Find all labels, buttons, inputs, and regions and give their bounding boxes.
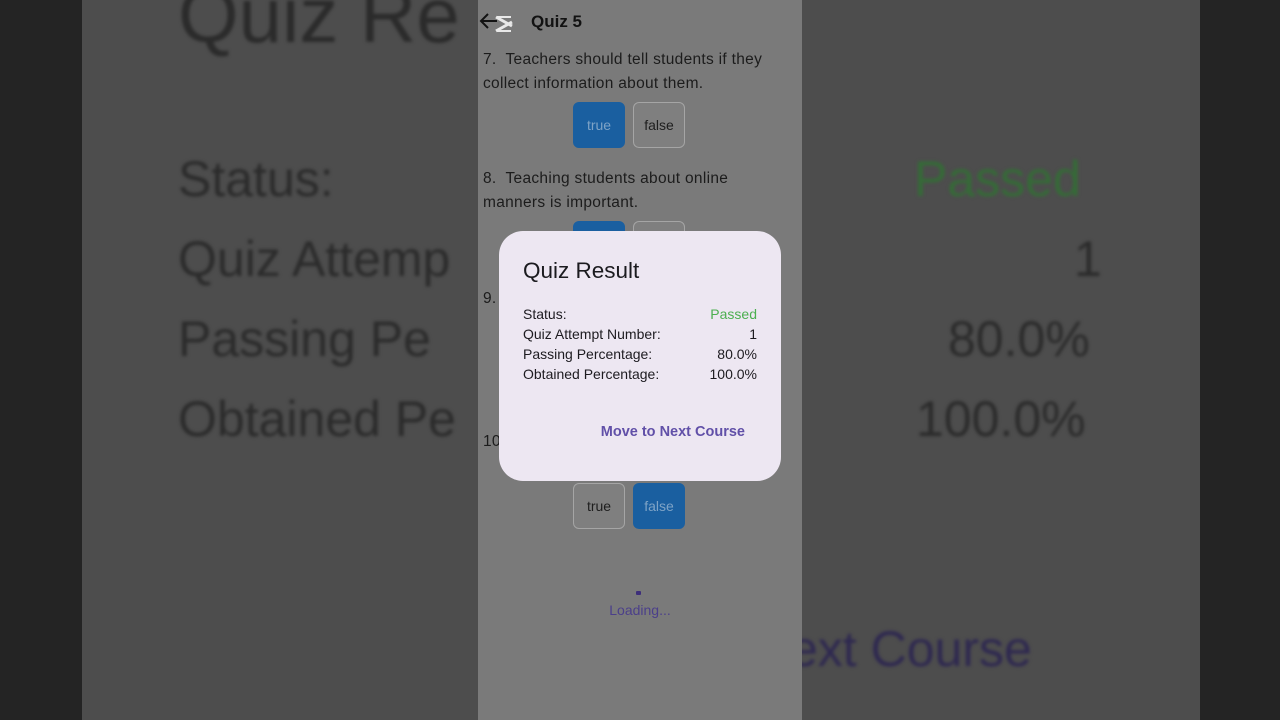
answer-true-button[interactable]: true <box>573 483 625 529</box>
question-text: Teaching students about online manners i… <box>483 170 729 211</box>
answer-true-button[interactable]: true <box>573 102 625 148</box>
bg-status-label: Status: <box>178 151 334 207</box>
dialog-title: Quiz Result <box>523 258 640 283</box>
quiz-result-dialog: Quiz Result Status: Passed Quiz Attempt … <box>499 231 781 481</box>
attempt-row: Quiz Attempt Number: 1 <box>523 326 757 342</box>
answer-false-button[interactable]: false <box>633 483 685 529</box>
loading-indicator <box>636 591 641 595</box>
bg-quiz-title: Quiz Re <box>178 0 460 59</box>
bg-attempt-value: 1 <box>1074 231 1102 287</box>
status-value: Passed <box>710 306 757 322</box>
background-right <box>1200 0 1280 720</box>
loading-text: Loading... <box>609 602 671 618</box>
question-number: 8. <box>483 170 497 187</box>
question-7: 7. Teachers should tell students if they… <box>483 48 793 96</box>
capcut-logo-icon <box>495 15 513 33</box>
move-to-next-course-button[interactable]: Move to Next Course <box>601 424 745 440</box>
bg-status-value: Passed <box>914 151 1081 207</box>
obtained-value: 100.0% <box>709 366 757 382</box>
answer-false-button[interactable]: false <box>633 102 685 148</box>
page-title: Quiz 5 <box>531 12 583 31</box>
passing-row: Passing Percentage: 80.0% <box>523 346 757 362</box>
bg-obtained-label: Obtained Pe <box>178 391 456 447</box>
status-label: Status: <box>523 306 567 322</box>
passing-label: Passing Percentage: <box>523 346 653 362</box>
bg-next-course: ext Course <box>790 621 1032 677</box>
bg-obtained-value: 100.0% <box>916 391 1086 447</box>
obtained-row: Obtained Percentage: 100.0% <box>523 366 757 382</box>
question-number: 9. <box>483 290 497 307</box>
bg-passing-label: Passing Pe <box>178 311 431 367</box>
app-bar: Quiz 5 <box>478 0 802 44</box>
background-left <box>0 0 82 720</box>
attempt-value: 1 <box>749 326 757 342</box>
question-text: Teachers should tell students if they co… <box>483 51 763 92</box>
bg-attempt-label: Quiz Attemp <box>178 231 451 287</box>
attempt-label: Quiz Attempt Number: <box>523 326 661 342</box>
passing-value: 80.0% <box>717 346 757 362</box>
status-row: Status: Passed <box>523 306 757 322</box>
bg-passing-value: 80.0% <box>948 311 1090 367</box>
question-number: 7. <box>483 51 497 68</box>
obtained-label: Obtained Percentage: <box>523 366 660 382</box>
question-8: 8. Teaching students about online manner… <box>483 167 793 215</box>
